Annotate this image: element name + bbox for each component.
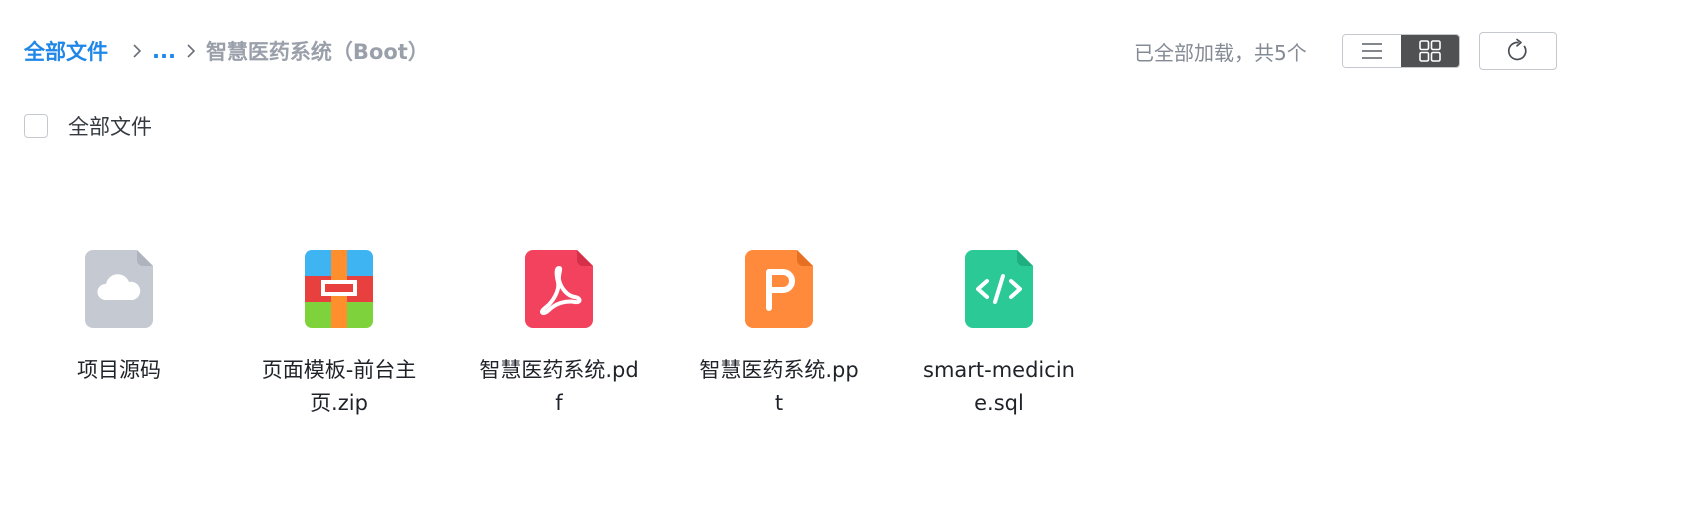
file-name: smart-medicine.sql	[923, 358, 1075, 415]
file-name: 页面模板-前台主页.zip	[261, 358, 417, 415]
zip-archive-icon	[305, 250, 373, 328]
file-name: 项目源码	[77, 358, 161, 382]
list-icon	[1362, 43, 1382, 59]
grid-icon	[1419, 40, 1441, 62]
breadcrumb-current: 智慧医药系统（Boot）	[205, 40, 429, 64]
load-status-text: 已全部加载，共5个	[1134, 41, 1307, 65]
file-name: 智慧医药系统.pdf	[479, 358, 639, 415]
file-item[interactable]: smart-medicine.sql	[909, 250, 1089, 420]
file-item[interactable]: 项目源码	[29, 250, 209, 387]
file-item[interactable]: 智慧医药系统.ppt	[689, 250, 869, 420]
chevron-right-icon	[128, 42, 146, 60]
select-all-row[interactable]: 全部文件	[24, 112, 152, 140]
cloud-folder-icon	[85, 250, 153, 328]
view-mode-toggle	[1342, 34, 1460, 68]
breadcrumb: 全部文件 ... 智慧医药系统（Boot）	[24, 34, 429, 68]
ppt-file-icon	[745, 250, 813, 328]
refresh-button[interactable]	[1479, 32, 1557, 70]
list-view-button[interactable]	[1343, 35, 1401, 67]
select-all-label: 全部文件	[68, 115, 152, 139]
chevron-right-icon	[182, 42, 200, 60]
select-all-checkbox[interactable]	[24, 114, 48, 138]
breadcrumb-ellipsis-link[interactable]: ...	[152, 39, 176, 63]
file-item[interactable]: 智慧医药系统.pdf	[469, 250, 649, 420]
refresh-icon	[1507, 38, 1527, 61]
file-item[interactable]: 页面模板-前台主页.zip	[249, 250, 429, 420]
breadcrumb-root-link[interactable]: 全部文件	[24, 36, 108, 66]
pdf-file-icon	[525, 250, 593, 328]
grid-view-button[interactable]	[1401, 35, 1459, 67]
file-name: 智慧医药系统.ppt	[699, 358, 859, 415]
code-file-icon	[965, 250, 1033, 328]
